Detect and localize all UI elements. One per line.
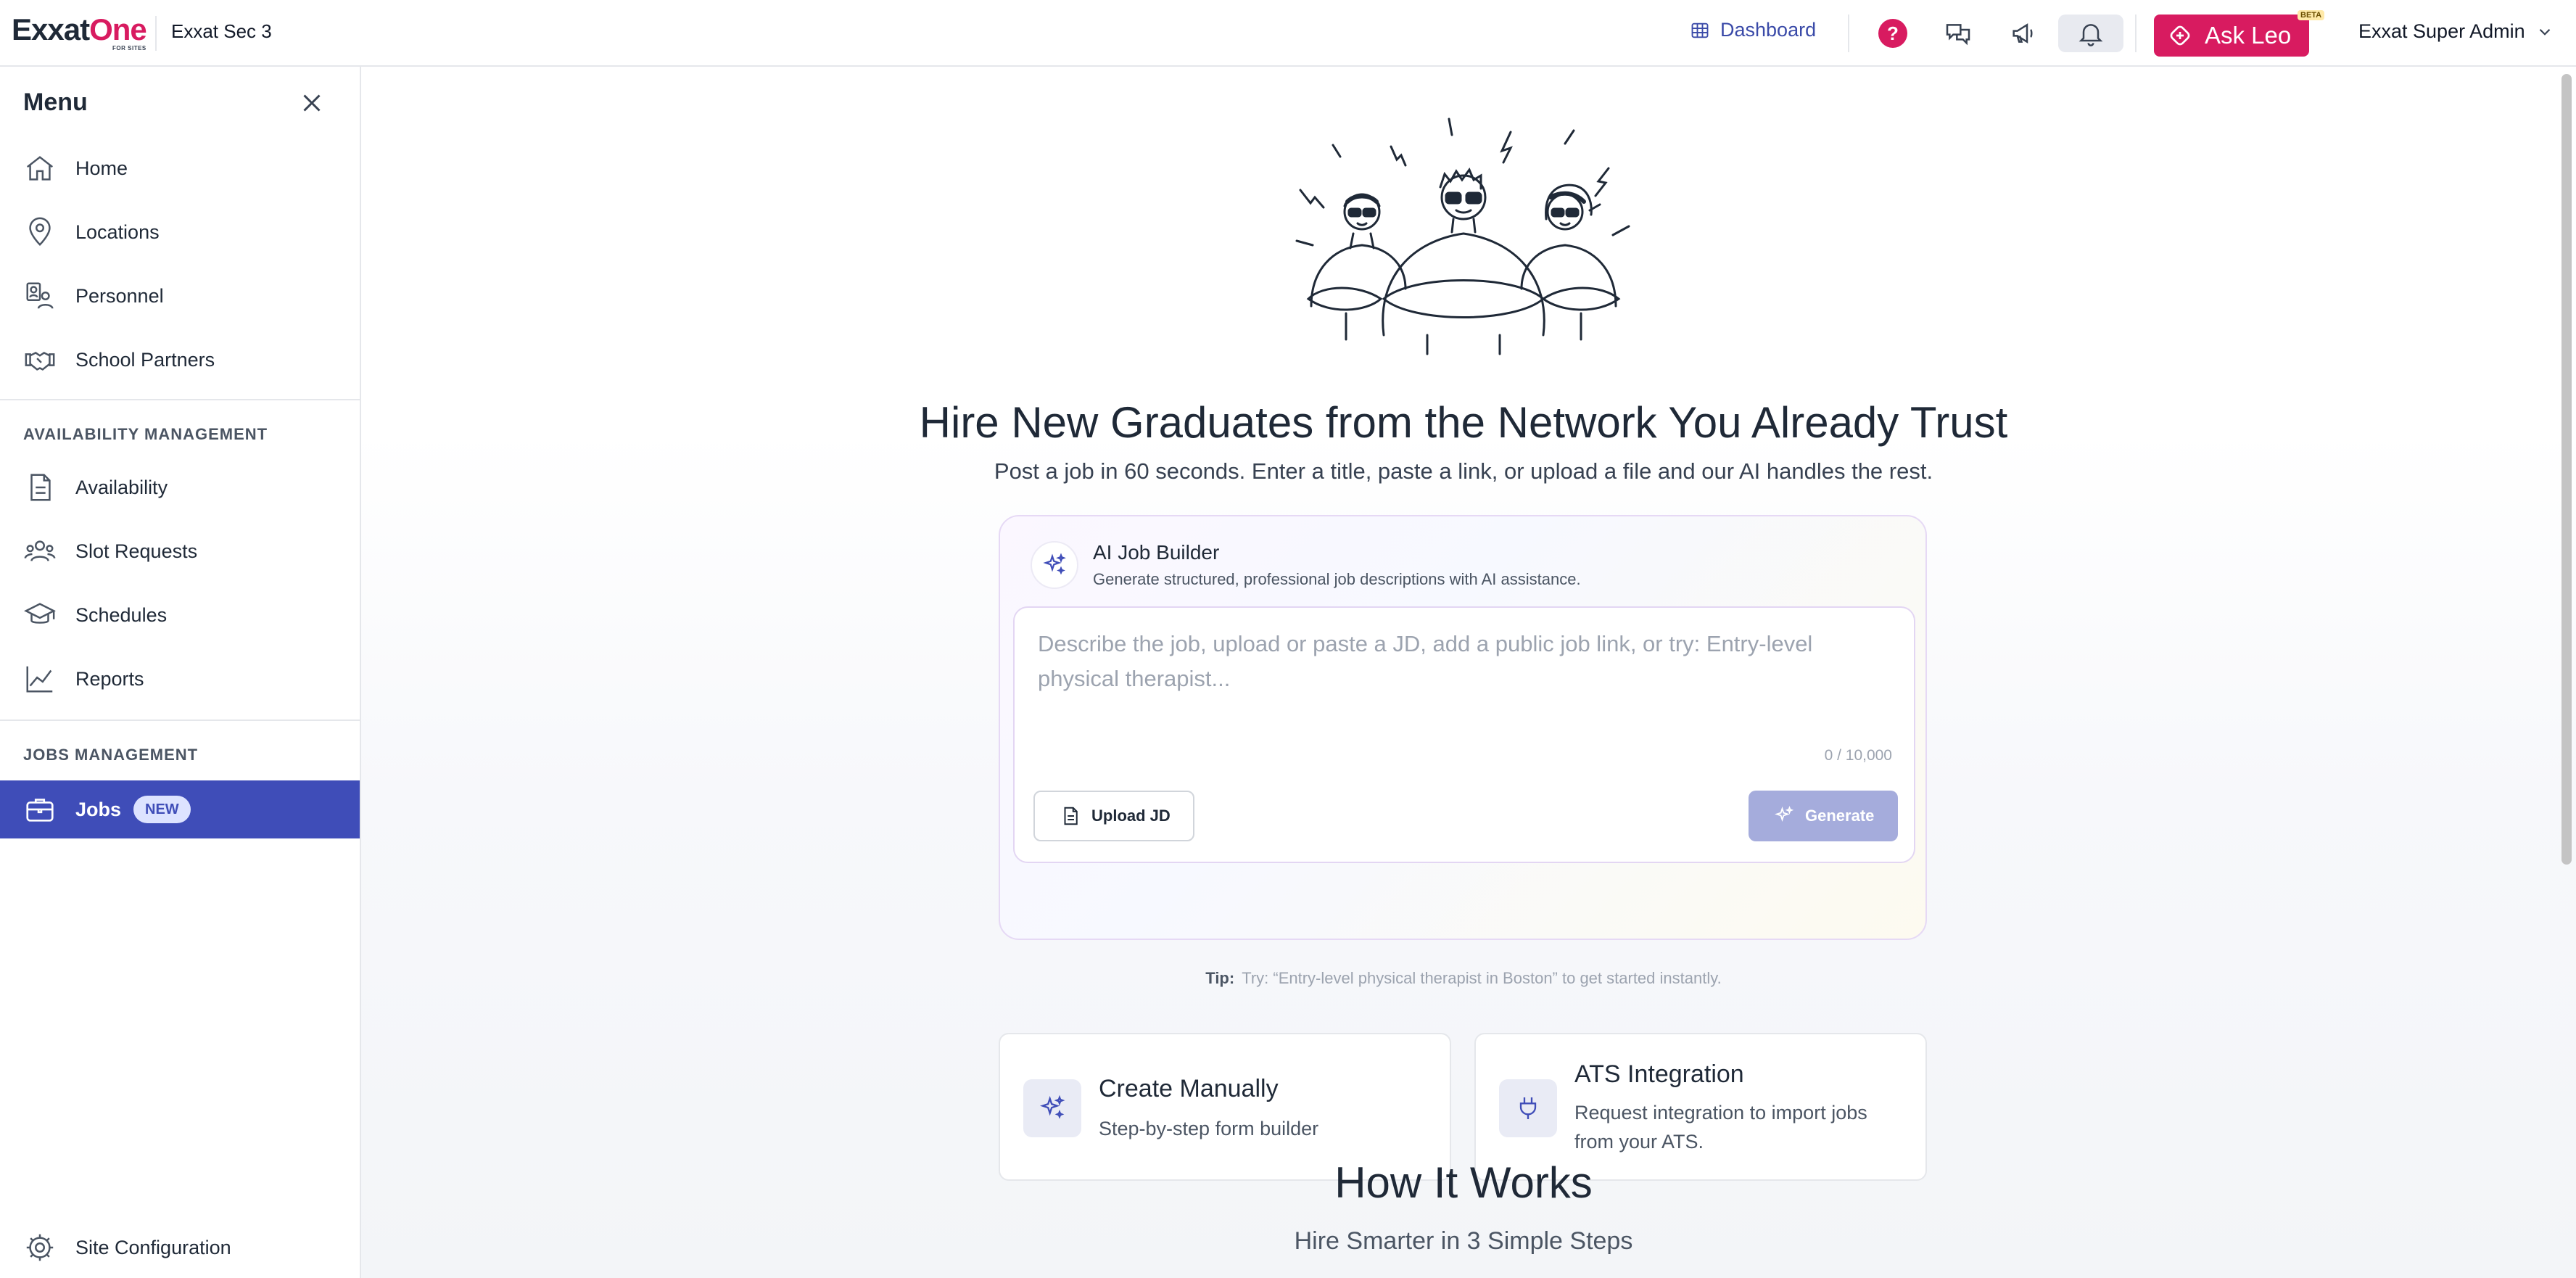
sidebar-item-label: Slot Requests (75, 540, 198, 562)
sparkle-icon (1039, 1094, 1065, 1119)
divider (155, 16, 157, 51)
option-title: Create Manually (1099, 1075, 1279, 1102)
help-button[interactable]: ? (1871, 15, 1915, 52)
tip-label: Tip: (1205, 969, 1235, 987)
announcements-button[interactable] (2002, 15, 2045, 52)
close-icon[interactable] (299, 90, 325, 116)
sidebar-item-label: Home (75, 157, 128, 179)
sidebar-item-label: School Partners (75, 348, 215, 371)
graduation-cap-icon (23, 598, 57, 632)
sidebar-item-label: Personnel (75, 284, 164, 307)
option-description: Step-by-step form builder (1099, 1118, 1319, 1139)
sidebar-item-locations[interactable]: Locations (0, 203, 360, 261)
generate-label: Generate (1805, 807, 1875, 825)
leo-icon (2170, 25, 2190, 46)
main-content: Hire New Graduates from the Network You … (361, 67, 2576, 1278)
logo-main: Exxat (12, 12, 90, 46)
sidebar-item-reports[interactable]: Reports (0, 650, 360, 708)
top-bar: ExxatOne FOR SITES Exxat Sec 3 Dashboard… (0, 0, 2576, 67)
beta-badge: BETA (2298, 10, 2325, 20)
option-title: ATS Integration (1574, 1060, 1744, 1088)
ask-leo-button[interactable]: Ask Leo (2154, 15, 2309, 57)
sidebar-item-schedules[interactable]: Schedules (0, 586, 360, 644)
handshake-icon (23, 343, 57, 376)
document-icon (23, 471, 57, 504)
option-description: Request integration to import jobs (1574, 1102, 1867, 1124)
how-it-works-title: How It Works (1334, 1158, 1593, 1207)
user-name: Exxat Super Admin (2358, 20, 2525, 42)
help-icon: ? (1878, 19, 1907, 48)
logo-wordmark: ExxatOne (12, 12, 147, 46)
dashboard-link[interactable]: Dashboard (1690, 19, 1816, 41)
how-it-works-subtitle: Hire Smarter in 3 Simple Steps (1294, 1227, 1633, 1255)
team-illustration (1295, 118, 1630, 355)
ask-leo-label: Ask Leo (2205, 22, 2292, 49)
sidebar-item-school-partners[interactable]: School Partners (0, 331, 360, 389)
briefcase-icon (23, 793, 57, 826)
menu-title: Menu (23, 88, 88, 116)
sidebar-item-label: Schedules (75, 603, 168, 626)
ai-sparkle-badge (1031, 541, 1078, 589)
new-badge: NEW (133, 796, 191, 823)
sidebar-item-home[interactable]: Home (0, 139, 360, 197)
chat-button[interactable] (1936, 15, 1980, 52)
upload-jd-label: Upload JD (1091, 807, 1171, 825)
dashboard-label: Dashboard (1720, 19, 1817, 41)
people-icon (23, 535, 57, 568)
generate-button[interactable]: Generate (1749, 791, 1898, 841)
page-title: Hire New Graduates from the Network You … (919, 398, 2008, 447)
divider (1848, 15, 1849, 52)
sidebar-item-availability[interactable]: Availability (0, 458, 360, 516)
sidebar-item-label: Reports (75, 667, 144, 690)
divider (0, 399, 360, 400)
ai-builder-description: Generate structured, professional job de… (1093, 570, 1581, 588)
sidebar-item-slot-requests[interactable]: Slot Requests (0, 522, 360, 580)
sidebar-item-personnel[interactable]: Personnel (0, 267, 360, 325)
megaphone-icon (2012, 23, 2033, 44)
sidebar-item-jobs[interactable]: Jobs NEW (0, 780, 360, 838)
grid-icon (1691, 22, 1709, 38)
sidebar-item-label: Site Configuration (75, 1236, 231, 1258)
ai-builder-title: AI Job Builder (1093, 541, 1220, 564)
character-count: 0 / 10,000 (1824, 747, 1892, 764)
chevron-down-icon (2539, 28, 2550, 36)
sparkle-icon (1043, 553, 1066, 575)
home-icon (23, 152, 57, 185)
sidebar-item-site-configuration[interactable]: Site Configuration (0, 1219, 360, 1277)
ai-input-box: 0 / 10,000 Upload JD Generate (1013, 606, 1915, 863)
notifications-button[interactable] (2058, 15, 2123, 52)
sidebar-item-label: Availability (75, 476, 168, 498)
personnel-icon (23, 279, 57, 313)
user-menu[interactable]: Exxat Super Admin (2358, 20, 2554, 43)
site-name[interactable]: Exxat Sec 3 (171, 20, 272, 43)
upload-jd-button[interactable]: Upload JD (1033, 791, 1194, 841)
chat-icon (1946, 24, 1970, 46)
tip-body: Try: “Entry-level physical therapist in … (1242, 969, 1722, 987)
page-subtitle: Post a job in 60 seconds. Enter a title,… (994, 458, 1933, 484)
section-header-availability: AVAILABILITY MANAGEMENT (23, 425, 268, 443)
plug-icon (1519, 1097, 1537, 1119)
sparkle-icon (1775, 806, 1794, 822)
job-description-input[interactable] (1036, 625, 1888, 759)
location-pin-icon (23, 215, 57, 249)
gear-icon (23, 1231, 57, 1264)
document-icon (1064, 807, 1078, 825)
sidebar-item-label: Jobs (75, 798, 122, 820)
option-icon-box (1499, 1079, 1557, 1137)
option-description: from your ATS. (1574, 1131, 1704, 1153)
option-icon-box (1023, 1079, 1081, 1137)
sidebar: Menu Home Locations Personnel School Par… (0, 67, 361, 1278)
tip-text: Tip: Try: “Entry-level physical therapist… (361, 969, 2566, 988)
ai-job-builder-card: AI Job Builder Generate structured, prof… (999, 515, 1927, 940)
logo-accent: One (89, 12, 147, 46)
sidebar-item-label: Locations (75, 220, 160, 243)
bell-icon (2078, 24, 2103, 46)
exxat-one-logo[interactable]: ExxatOne FOR SITES (12, 12, 147, 55)
line-chart-icon (23, 662, 57, 696)
section-header-jobs: JOBS MANAGEMENT (23, 746, 199, 764)
divider (0, 720, 360, 721)
divider (2135, 15, 2137, 52)
logo-sub: FOR SITES (112, 45, 146, 51)
